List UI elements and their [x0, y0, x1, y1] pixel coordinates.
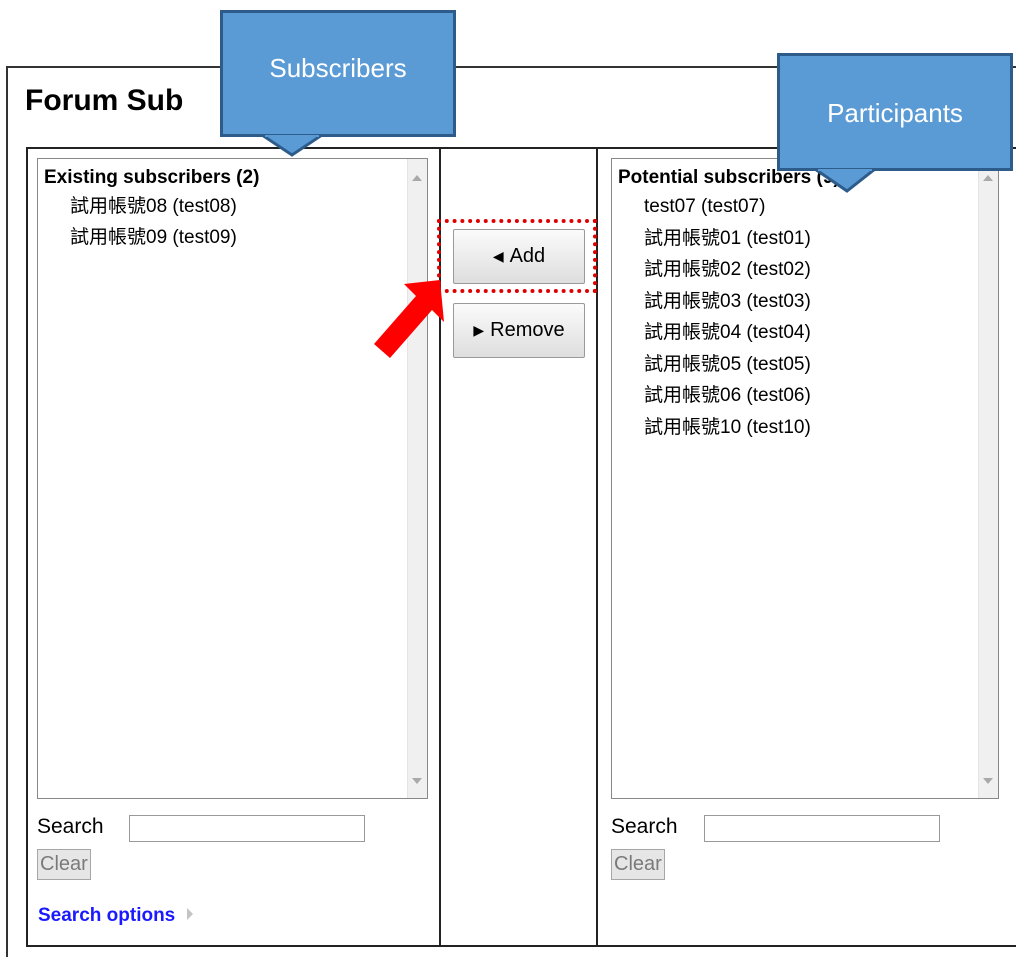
- existing-subscribers-label: Existing subscribers (2): [44, 167, 260, 188]
- potential-subscriber-option[interactable]: test07 (test07): [618, 191, 979, 223]
- participants-callout-text: Participants: [827, 98, 963, 128]
- subscribers-callout-text: Subscribers: [269, 53, 407, 83]
- existing-search-input[interactable]: [129, 815, 365, 842]
- potential-subscriber-option[interactable]: 試用帳號01 (test01): [618, 223, 979, 255]
- expand-triangle-icon: [187, 908, 194, 920]
- search-options-label: Search options: [38, 905, 176, 926]
- add-button-highlight-box: [437, 219, 597, 293]
- existing-subscriber-option[interactable]: 試用帳號08 (test08): [44, 191, 408, 222]
- scroll-up-arrow-icon[interactable]: [412, 175, 422, 181]
- potential-subscriber-option[interactable]: 試用帳號05 (test05): [618, 349, 979, 381]
- subscribers-callout-pointer: [262, 135, 322, 157]
- potential-subscriber-option[interactable]: 試用帳號10 (test10): [618, 412, 979, 444]
- scroll-down-arrow-icon[interactable]: [983, 778, 993, 784]
- participants-callout: Participants: [777, 53, 1013, 171]
- remove-button[interactable]: ▶ Remove: [453, 303, 585, 358]
- potential-subscriber-option[interactable]: 試用帳號06 (test06): [618, 380, 979, 412]
- listbox-scrollbar[interactable]: [407, 159, 427, 798]
- existing-subscribers-listbox[interactable]: Existing subscribers (2) 試用帳號08 (test08)…: [37, 158, 428, 799]
- remove-button-label: Remove: [490, 319, 565, 341]
- subscribers-callout: Subscribers: [220, 10, 456, 137]
- potential-subscriber-option[interactable]: 試用帳號02 (test02): [618, 254, 979, 286]
- participants-callout-pointer: [815, 169, 875, 193]
- existing-clear-button[interactable]: Clear: [37, 849, 91, 880]
- existing-subscribers-optgroup: Existing subscribers (2) 試用帳號08 (test08)…: [38, 159, 408, 798]
- red-pointer-arrow-icon: [374, 280, 444, 358]
- potential-subscribers-listbox[interactable]: Potential subscribers (9) test07 (test07…: [611, 158, 999, 799]
- potential-search-label: Search: [611, 815, 678, 838]
- existing-search-label: Search: [37, 815, 104, 838]
- potential-search-input[interactable]: [704, 815, 940, 842]
- potential-subscriber-option[interactable]: 試用帳號04 (test04): [618, 317, 979, 349]
- existing-subscriber-option[interactable]: 試用帳號09 (test09): [44, 222, 408, 253]
- scroll-up-arrow-icon[interactable]: [983, 175, 993, 181]
- scroll-down-arrow-icon[interactable]: [412, 778, 422, 784]
- listbox-scrollbar[interactable]: [978, 159, 998, 798]
- potential-subscribers-optgroup: Potential subscribers (9) test07 (test07…: [612, 159, 979, 798]
- search-options-link[interactable]: Search options: [38, 905, 194, 927]
- potential-clear-button[interactable]: Clear: [611, 849, 665, 880]
- potential-subscriber-option[interactable]: 試用帳號03 (test03): [618, 286, 979, 318]
- page-border-left: [6, 66, 8, 957]
- right-arrow-icon: ▶: [473, 322, 485, 338]
- page-title: Forum Sub: [25, 84, 184, 117]
